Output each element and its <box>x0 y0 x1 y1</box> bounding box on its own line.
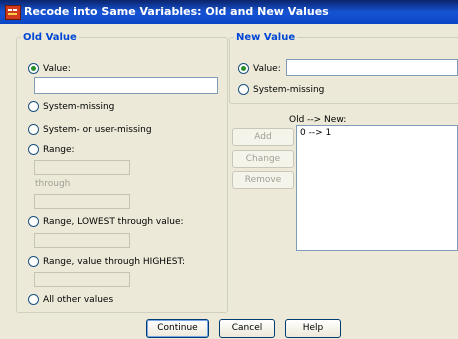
window-title: Recode into Same Variables: Old and New … <box>24 5 329 18</box>
add-button[interactable]: Add <box>232 128 294 146</box>
continue-button[interactable]: Continue <box>146 319 209 338</box>
new-value-radio[interactable]: Value: <box>238 63 281 74</box>
radio-button-icon <box>28 216 39 227</box>
radio-button-icon <box>28 294 39 305</box>
radio-button-icon <box>28 124 39 135</box>
old-system-or-user-missing-radio[interactable]: System- or user-missing <box>28 124 152 135</box>
radio-button-icon <box>28 63 39 74</box>
old-range-to-input[interactable] <box>34 194 130 209</box>
old-value-legend: Old Value <box>23 32 77 43</box>
change-button[interactable]: Change <box>232 150 294 168</box>
old-system-or-user-missing-label: System- or user-missing <box>43 124 152 135</box>
old-value-input[interactable] <box>34 77 218 94</box>
remove-button[interactable]: Remove <box>232 171 294 189</box>
old-all-other-radio[interactable]: All other values <box>28 294 113 305</box>
old-range-label: Range: <box>43 144 75 155</box>
old-system-missing-radio[interactable]: System-missing <box>28 101 114 112</box>
radio-button-icon <box>28 256 39 267</box>
old-range-highest-input[interactable] <box>34 272 130 287</box>
cancel-button[interactable]: Cancel <box>219 319 275 338</box>
old-new-listbox[interactable]: 0 --> 1 <box>296 125 458 251</box>
old-value-label: Value: <box>43 63 71 74</box>
radio-button-icon <box>28 144 39 155</box>
new-value-label: Value: <box>253 63 281 74</box>
old-range-radio[interactable]: Range: <box>28 144 75 155</box>
old-range-lowest-label: Range, LOWEST through value: <box>43 216 184 227</box>
old-value-radio[interactable]: Value: <box>28 63 71 74</box>
old-range-lowest-input[interactable] <box>34 233 130 248</box>
list-item[interactable]: 0 --> 1 <box>297 126 457 140</box>
old-range-from-input[interactable] <box>34 160 130 175</box>
radio-button-icon <box>238 63 249 74</box>
old-range-highest-radio[interactable]: Range, value through HIGHEST: <box>28 256 185 267</box>
new-value-input[interactable] <box>286 59 458 76</box>
help-button[interactable]: Help <box>285 319 341 338</box>
new-system-missing-radio[interactable]: System-missing <box>238 84 324 95</box>
spss-app-icon <box>5 5 21 20</box>
old-all-other-label: All other values <box>43 294 114 305</box>
old-range-lowest-radio[interactable]: Range, LOWEST through value: <box>28 216 184 227</box>
title-bar: Recode into Same Variables: Old and New … <box>0 0 458 24</box>
old-system-missing-label: System-missing <box>43 101 115 112</box>
old-range-highest-label: Range, value through HIGHEST: <box>43 256 186 267</box>
old-through-label: through <box>35 179 71 189</box>
radio-button-icon <box>238 84 249 95</box>
old-new-header: Old --> New: <box>289 115 347 125</box>
radio-button-icon <box>28 101 39 112</box>
new-system-missing-label: System-missing <box>253 84 325 95</box>
new-value-legend: New Value <box>236 32 296 43</box>
